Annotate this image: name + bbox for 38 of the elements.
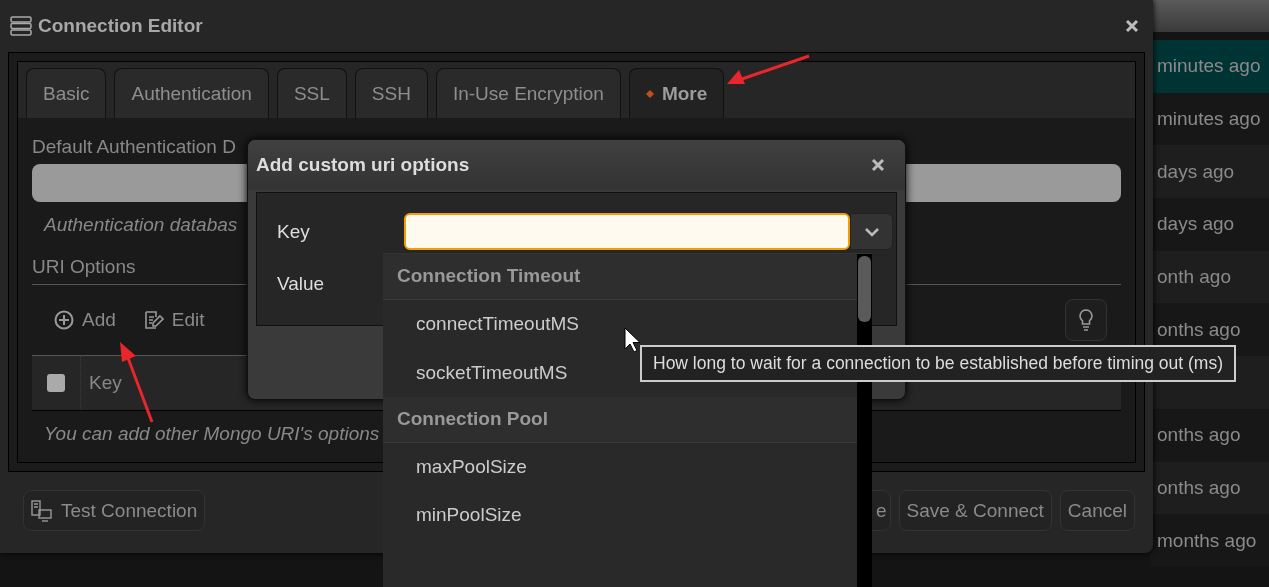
checkbox[interactable]: [47, 374, 65, 392]
list-row[interactable]: onths ago: [1150, 461, 1269, 515]
close-icon: [871, 158, 885, 172]
tooltip: How long to wait for a connection to be established before timing out (ms): [640, 345, 1237, 382]
server-icon: [10, 16, 32, 36]
dialog-button[interactable]: Save & Connect: [898, 490, 1052, 531]
test-connection-button[interactable]: Test Connection: [23, 490, 206, 531]
lightbulb-icon: [1079, 309, 1093, 331]
note-text: You can add other Mongo URI's options: [44, 423, 380, 445]
toolbar-button[interactable]: Edit: [141, 309, 205, 331]
close-icon: [1125, 19, 1139, 33]
field-label: Default Authentication D: [32, 136, 236, 158]
list-row[interactable]: onth ago: [1150, 250, 1269, 304]
tab[interactable]: SSL: [276, 68, 347, 118]
tab[interactable]: Authentication: [114, 68, 269, 118]
window-title: Connection Editor: [38, 15, 204, 37]
dialog-title: Add custom uri options: [256, 154, 471, 176]
tab[interactable]: SSH: [354, 68, 428, 118]
computer-icon: [31, 499, 53, 522]
add-icon: [54, 310, 74, 330]
toolbar-button[interactable]: Add: [54, 309, 116, 331]
chevron-down-icon: [863, 226, 880, 237]
diamond-icon: [645, 89, 654, 98]
list-row[interactable]: minutes ago: [1150, 40, 1269, 93]
option-group-header: Connection Timeout: [383, 254, 857, 300]
dialog-button[interactable]: Cancel: [1059, 490, 1135, 531]
column-header: Key: [88, 371, 122, 395]
list-row[interactable]: days ago: [1150, 145, 1269, 199]
field-hint: Authentication databas: [44, 214, 238, 236]
tips-button[interactable]: [1065, 299, 1107, 341]
field-label: Key: [277, 220, 311, 244]
tab[interactable]: Basic: [26, 68, 107, 118]
cursor-icon: [624, 327, 642, 353]
key-field[interactable]: [404, 213, 850, 250]
option-group-header: Connection Pool: [383, 396, 857, 443]
tab[interactable]: More: [628, 68, 725, 118]
dropdown-button[interactable]: [850, 213, 893, 250]
tab[interactable]: In-Use Encryption: [435, 68, 621, 118]
